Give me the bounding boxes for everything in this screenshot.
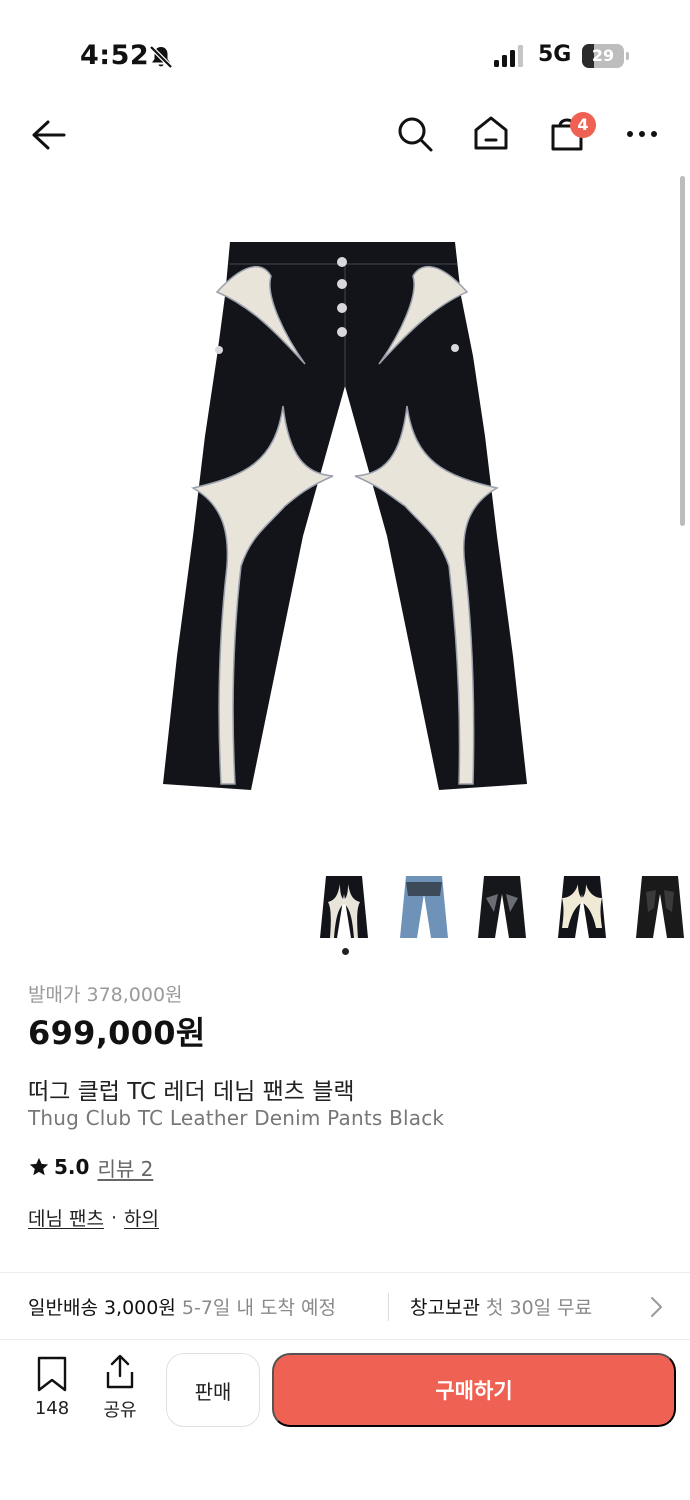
category-breadcrumb: 데님 팬츠 · 하의 — [28, 1204, 159, 1231]
rating-row: 5.0 리뷰 2 — [28, 1152, 153, 1182]
share-button[interactable]: 공유 — [96, 1354, 144, 1422]
product-title-english: Thug Club TC Leather Denim Pants Black — [28, 1106, 445, 1130]
share-icon — [106, 1354, 134, 1389]
signal-icon — [494, 45, 523, 67]
sell-button[interactable]: 판매 — [166, 1353, 260, 1427]
thumbnail-1[interactable] — [318, 872, 370, 942]
thumbnail-5[interactable] — [634, 872, 686, 942]
storage-label: 창고보관 — [410, 1297, 480, 1319]
carousel-indicator-dot — [342, 948, 349, 955]
shipping-eta: 5-7일 내 도착 예정 — [181, 1297, 336, 1319]
thumbnail-3[interactable] — [476, 872, 528, 942]
more-icon[interactable] — [622, 116, 662, 152]
bookmark-button[interactable]: 148 — [26, 1356, 78, 1419]
thumbnail-4[interactable] — [556, 872, 608, 942]
home-icon[interactable] — [470, 112, 512, 154]
share-label: 공유 — [103, 1400, 137, 1421]
release-price: 발매가 378,000원 — [28, 984, 183, 1006]
thumbnail-2[interactable] — [398, 872, 450, 942]
status-bar: 4:52 5G 29 — [0, 0, 690, 110]
rating-value: 5.0 — [54, 1155, 90, 1179]
bookmark-count: 148 — [34, 1398, 70, 1419]
category-link[interactable]: 데님 팬츠 — [28, 1204, 104, 1231]
cart-count-badge: 4 — [570, 112, 596, 138]
scroll-indicator[interactable] — [680, 176, 685, 526]
subcategory-link[interactable]: 하의 — [124, 1204, 159, 1231]
star-icon — [29, 1157, 49, 1176]
back-icon[interactable] — [26, 114, 68, 156]
product-title-korean: 떠그 클럽 TC 레더 데님 팬츠 블랙 — [28, 1079, 355, 1105]
status-time: 4:52 — [80, 40, 150, 71]
search-icon[interactable] — [394, 113, 436, 155]
bottom-action-bar: 148 공유 판매 구매하기 — [0, 1340, 690, 1500]
network-label: 5G — [538, 42, 572, 67]
shipping-label: 일반배송 3,000원 — [28, 1297, 176, 1319]
review-link[interactable]: 리뷰 2 — [97, 1153, 153, 1182]
delivery-divider — [388, 1293, 389, 1321]
battery-level: 29 — [591, 46, 615, 65]
delivery-info[interactable]: 일반배송 3,000원 5-7일 내 도착 예정 창고보관 첫 30일 무료 — [0, 1272, 690, 1340]
battery-nub — [626, 52, 629, 60]
product-image[interactable] — [155, 236, 535, 796]
bell-slash-icon — [149, 45, 173, 69]
storage-note: 첫 30일 무료 — [485, 1297, 593, 1319]
battery-icon: 29 — [582, 44, 629, 68]
bookmark-icon — [37, 1356, 67, 1392]
shipping-info: 일반배송 3,000원 5-7일 내 도착 예정 — [28, 1293, 336, 1320]
buy-button[interactable]: 구매하기 — [272, 1353, 676, 1427]
storage-info: 창고보관 첫 30일 무료 — [410, 1293, 592, 1320]
category-separator: · — [110, 1206, 118, 1229]
price: 699,000원 — [28, 1014, 206, 1052]
chevron-right-icon[interactable] — [646, 1295, 666, 1319]
